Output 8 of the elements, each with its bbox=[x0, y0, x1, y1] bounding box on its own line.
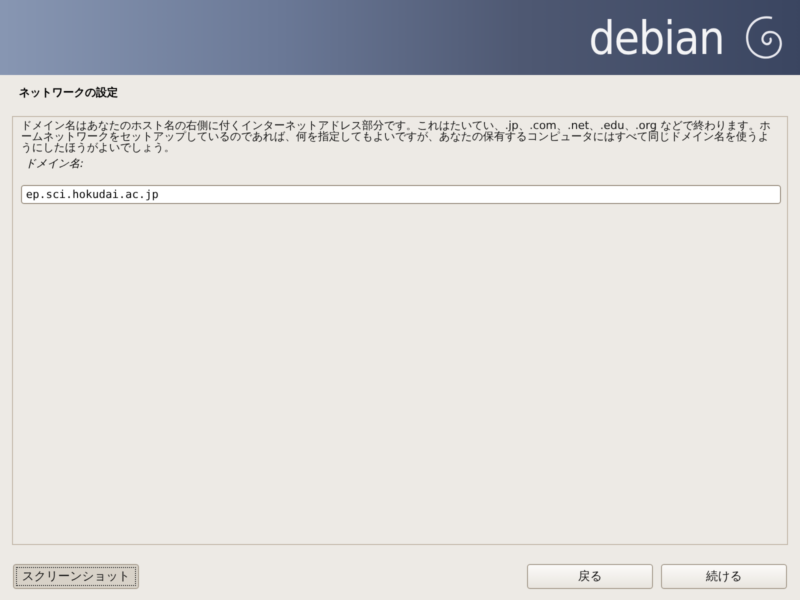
nav-button[interactable]: 戻る bbox=[527, 564, 653, 589]
domain-input[interactable]: ep.sci.hokudai.ac.jp bbox=[21, 185, 781, 204]
logo-text: debian bbox=[588, 14, 724, 60]
field-label: ドメイン名: bbox=[25, 157, 85, 171]
screenshot-button[interactable]: スクリーンショット bbox=[13, 564, 139, 589]
description-text: ドメイン名はあなたのホスト名の右側に付くインターネットアドレス部分です。これはたいてい、.jp、.com、.net、.edu、.org などで終わります。ホームネットワークをセットアップしているのであれば、何を指定してもよいですが、あなたの保有するコンピュータにはすべて同じドメイン名を使うようにしたほうがよいでしょう。 bbox=[21, 120, 771, 153]
nav-button[interactable]: 続ける bbox=[661, 564, 787, 589]
page-title: ネットワークの設定 bbox=[19, 86, 119, 101]
